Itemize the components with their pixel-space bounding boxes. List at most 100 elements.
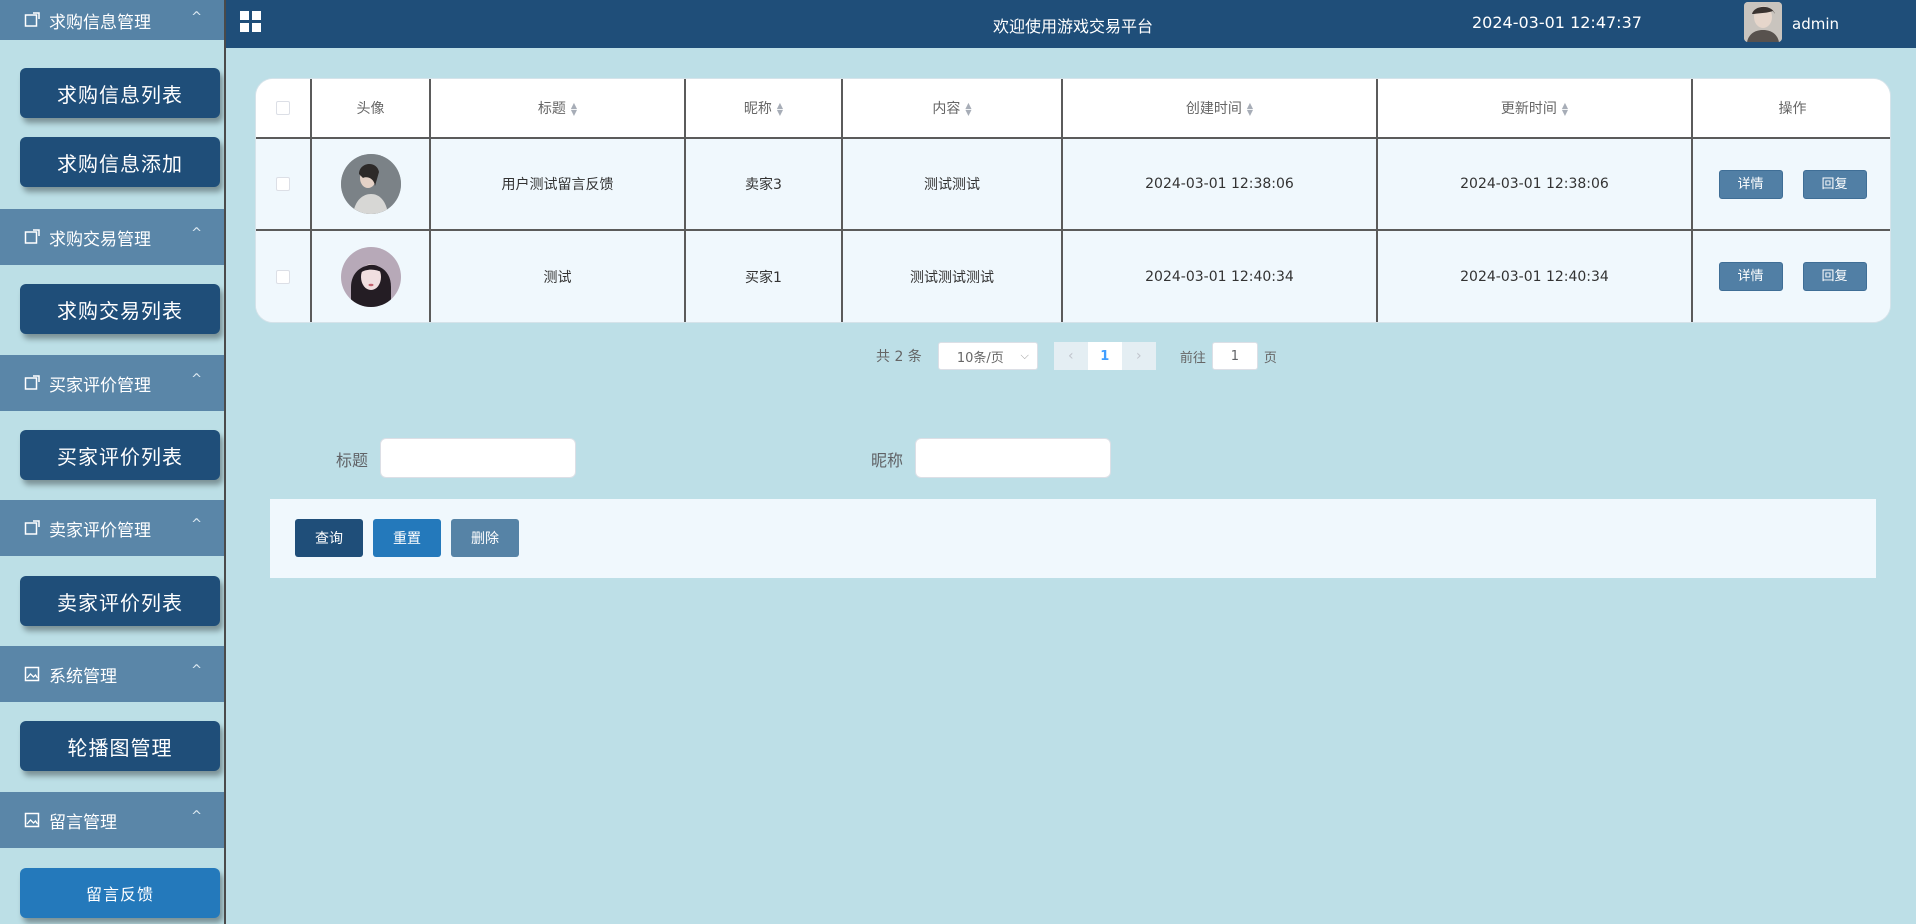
sidebar-item-seller-review-list[interactable]: 卖家评价列表: [20, 576, 220, 626]
cell-title: 用户测试留言反馈: [429, 137, 685, 230]
current-datetime: 2024-03-01 12:47:37: [1472, 13, 1642, 32]
menu-group-label: 求购交易管理: [49, 229, 151, 250]
column-label: 头像: [356, 101, 385, 117]
row-select-cell: [256, 229, 311, 322]
detail-button[interactable]: 详情: [1718, 262, 1783, 291]
title-field-label: 标题: [336, 451, 369, 470]
edit-icon: [24, 12, 40, 28]
column-header-created[interactable]: 创建时间 ▲ ▼: [1061, 79, 1377, 138]
edit-icon: [24, 520, 40, 536]
menu-group-purchase-trade[interactable]: 求购交易管理 ^: [0, 209, 224, 265]
sort-icon[interactable]: ▲ ▼: [1562, 102, 1568, 117]
menu-group-seller-review[interactable]: 卖家评价管理 ^: [0, 500, 224, 556]
reply-button[interactable]: 回复: [1802, 169, 1867, 199]
column-label: 昵称: [743, 101, 772, 117]
cell-nickname: 卖家3: [684, 137, 842, 230]
image-icon: [24, 666, 40, 682]
select-all-cell: [256, 79, 311, 138]
chevron-up-icon: ^: [191, 10, 202, 25]
column-label: 操作: [1778, 101, 1807, 117]
column-header-title[interactable]: 标题 ▲ ▼: [429, 79, 685, 138]
top-bar: 欢迎使用游戏交易平台 2024-03-01 12:47:37 admin: [226, 0, 1916, 48]
sort-icon[interactable]: ▲ ▼: [965, 102, 971, 117]
goto-page-input[interactable]: 1: [1211, 342, 1258, 370]
image-icon: [24, 812, 40, 828]
page-size-select[interactable]: 10条/页 ⌵: [937, 342, 1038, 370]
username[interactable]: admin: [1792, 15, 1839, 33]
pagination: 共 2 条 10条/页 ⌵ ‹ 1 › 前往 1 页: [876, 341, 1277, 371]
table-row: 用户测试留言反馈 卖家3 测试测试 2024-03-01 12:38:06 20…: [256, 137, 1890, 230]
row-select-cell: [256, 137, 311, 230]
edit-icon: [24, 229, 40, 245]
detail-button[interactable]: 详情: [1718, 169, 1783, 199]
nickname-field-label: 昵称: [871, 451, 904, 470]
column-header-actions: 操作: [1691, 79, 1890, 138]
column-header-updated[interactable]: 更新时间 ▲ ▼: [1376, 79, 1692, 138]
table-header-row: 头像 标题 ▲ ▼ 昵称 ▲ ▼ 内容 ▲ ▼ 创建时间 ▲ ▼ 更新时间 ▲ ▼ 操作: [256, 79, 1890, 138]
user-avatar[interactable]: [1744, 2, 1782, 42]
action-panel: 查询 重置 删除: [270, 499, 1876, 578]
goto-label: 前往: [1179, 350, 1206, 366]
chevron-up-icon: ^: [191, 226, 202, 241]
next-page-button[interactable]: ›: [1121, 342, 1156, 370]
sidebar-item-purchase-info-add[interactable]: 求购信息添加: [20, 137, 220, 187]
page-suffix: 页: [1263, 350, 1277, 366]
cell-updated: 2024-03-01 12:38:06: [1376, 137, 1692, 230]
sidebar-item-purchase-trade-list[interactable]: 求购交易列表: [20, 284, 220, 334]
select-all-checkbox[interactable]: [276, 101, 290, 115]
query-button[interactable]: 查询: [295, 519, 363, 557]
page-number[interactable]: 1: [1087, 342, 1122, 370]
sidebar-item-carousel[interactable]: 轮播图管理: [20, 721, 220, 771]
site-title: 欢迎使用游戏交易平台: [993, 17, 1154, 36]
column-header-content[interactable]: 内容 ▲ ▼: [841, 79, 1062, 138]
column-header-nickname[interactable]: 昵称 ▲ ▼: [684, 79, 842, 138]
sidebar: 求购信息管理 ^ 求购信息列表 求购信息添加 求购交易管理 ^ 求购交易列表 买…: [0, 0, 226, 924]
table-row: 测试 买家1 测试测试测试 2024-03-01 12:40:34 2024-0…: [256, 229, 1890, 322]
cell-content: 测试测试: [841, 137, 1062, 230]
sort-icon[interactable]: ▲ ▼: [1247, 102, 1253, 117]
data-table: 头像 标题 ▲ ▼ 昵称 ▲ ▼ 内容 ▲ ▼ 创建时间 ▲ ▼ 更新时间 ▲ ▼ 操作 用户测试留…: [255, 78, 1891, 323]
cell-created: 2024-03-01 12:38:06: [1061, 137, 1377, 230]
column-label: 更新时间: [1500, 101, 1557, 117]
nickname-search-input[interactable]: [915, 438, 1111, 478]
cell-created: 2024-03-01 12:40:34: [1061, 229, 1377, 322]
menu-group-messages[interactable]: 留言管理 ^: [0, 792, 224, 848]
cell-content: 测试测试测试: [841, 229, 1062, 322]
row-checkbox[interactable]: [276, 177, 290, 191]
column-label: 内容: [932, 101, 961, 117]
column-label: 标题: [537, 101, 566, 117]
menu-group-buyer-review[interactable]: 买家评价管理 ^: [0, 355, 224, 411]
chevron-up-icon: ^: [191, 809, 202, 824]
avatar-cell: [310, 137, 430, 230]
reset-button[interactable]: 重置: [373, 519, 441, 557]
sort-icon[interactable]: ▲ ▼: [777, 102, 783, 117]
sidebar-item-buyer-review-list[interactable]: 买家评价列表: [20, 430, 220, 480]
avatar-cell: [310, 229, 430, 322]
menu-group-label: 求购信息管理: [49, 12, 151, 33]
cell-actions: 详情 回复: [1691, 137, 1890, 230]
menu-group-label: 卖家评价管理: [49, 520, 151, 541]
menu-group-label: 系统管理: [49, 666, 117, 687]
reply-button[interactable]: 回复: [1802, 262, 1867, 291]
chevron-up-icon: ^: [191, 372, 202, 387]
grid-menu-icon[interactable]: [240, 11, 262, 33]
sidebar-item-purchase-info-list[interactable]: 求购信息列表: [20, 68, 220, 118]
column-header-avatar: 头像: [310, 79, 430, 138]
menu-group-purchase-info[interactable]: 求购信息管理 ^: [0, 0, 224, 40]
cell-updated: 2024-03-01 12:40:34: [1376, 229, 1692, 322]
row-checkbox[interactable]: [276, 269, 290, 284]
sort-icon[interactable]: ▲ ▼: [571, 102, 577, 117]
avatar: [340, 246, 401, 307]
menu-group-label: 留言管理: [49, 812, 117, 833]
delete-button[interactable]: 删除: [451, 519, 519, 557]
chevron-up-icon: ^: [191, 663, 202, 678]
prev-page-button[interactable]: ‹: [1053, 342, 1088, 370]
cell-title: 测试: [429, 229, 685, 322]
edit-icon: [24, 375, 40, 391]
title-search-input[interactable]: [380, 438, 576, 478]
cell-actions: 详情 回复: [1691, 229, 1890, 322]
sidebar-item-feedback[interactable]: 留言反馈: [20, 868, 220, 918]
avatar: [340, 154, 401, 214]
cell-nickname: 买家1: [684, 229, 842, 322]
menu-group-system[interactable]: 系统管理 ^: [0, 646, 224, 702]
